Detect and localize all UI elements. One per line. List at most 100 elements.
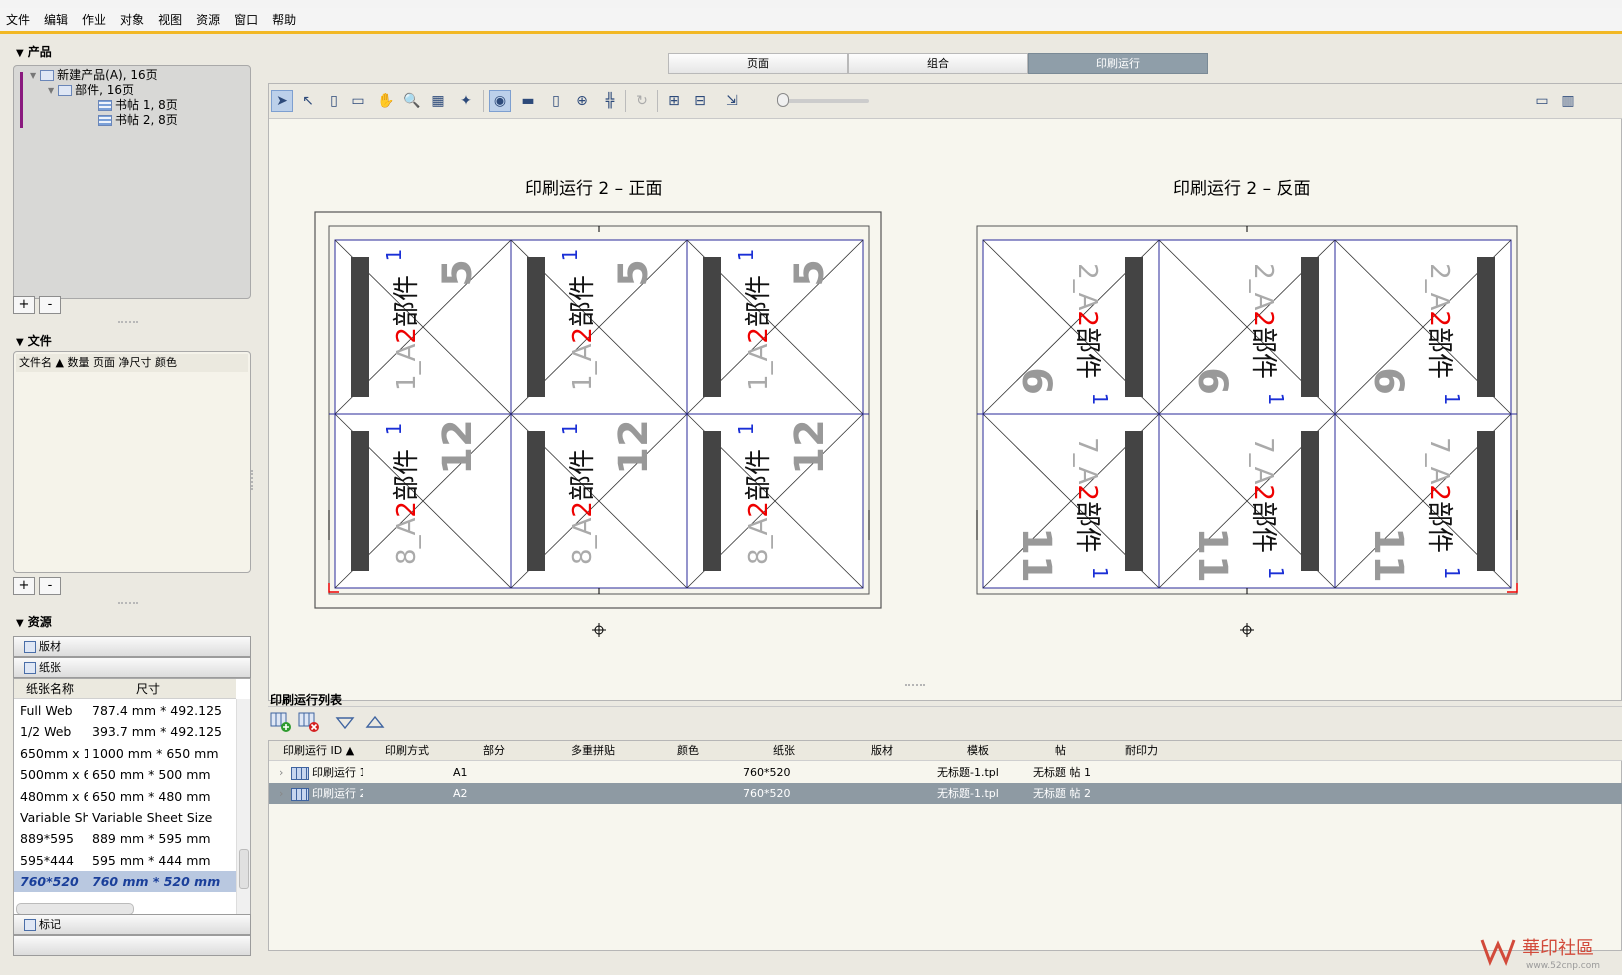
resource-tab-plates[interactable]: 版材: [13, 636, 251, 657]
column-multi-tile[interactable]: 多重拼贴: [571, 741, 615, 761]
paper-row[interactable]: Full Web 787.4 mm * 492.125: [14, 700, 236, 721]
file-list-header[interactable]: 文件名 ▲ 数量 页面 净尺寸 颜色: [16, 354, 248, 372]
tree-item-product[interactable]: ▼ 新建产品(A), 16页: [30, 68, 158, 83]
row-expand-icon[interactable]: ›: [279, 783, 283, 804]
product-add-button[interactable]: +: [13, 296, 35, 314]
page-cell: 8_A2部件 1 12: [334, 413, 512, 589]
resource-tab-marks[interactable]: 标记: [13, 914, 251, 935]
eye-icon[interactable]: ◉: [489, 90, 511, 112]
page-cell: 7_A2部件111: [1158, 413, 1336, 589]
signature-icon: [98, 115, 112, 126]
tree-item-signature-1[interactable]: 书帖 1, 8页: [98, 98, 178, 113]
resource-tab-next[interactable]: [13, 935, 251, 956]
grid-view-icon[interactable]: ⊞: [663, 90, 685, 112]
arrange-icon[interactable]: ⊟: [689, 90, 711, 112]
tab-press-run[interactable]: 印刷运行: [1028, 53, 1208, 74]
layout-tool-icon[interactable]: ▦: [427, 90, 449, 112]
menu-edit[interactable]: 编辑: [44, 11, 68, 28]
paper-name: 889*595: [20, 831, 74, 847]
imposition-sheets[interactable]: 1_A2部件 1 5 1_A2部件 1 5 1_A2部件 1 5 8_A2部件 1 12 8_A2部件 1…: [269, 120, 1621, 700]
spine-bar: [703, 431, 721, 571]
column-paper-size[interactable]: 尺寸: [136, 679, 160, 699]
fit-icon[interactable]: ⇲: [721, 90, 743, 112]
page-label-text: 7_A2部件: [1424, 437, 1454, 553]
column-template[interactable]: 模板: [967, 741, 989, 761]
subselect-arrow-icon[interactable]: ↖: [297, 90, 319, 112]
paper-row[interactable]: 500mm x 6 650 mm * 500 mm: [14, 764, 236, 785]
menu-window[interactable]: 窗口: [234, 11, 258, 28]
expand-icon[interactable]: ▼: [30, 68, 36, 83]
file-section-header[interactable]: ▼ 文件: [16, 332, 52, 349]
scroll-thumb[interactable]: [239, 849, 249, 889]
ruler-icon[interactable]: ▬: [517, 90, 539, 112]
paper-row[interactable]: 480mm x 6 650 mm * 480 mm: [14, 786, 236, 807]
resource-tab-paper[interactable]: 纸张: [13, 657, 251, 678]
tree-item-signature-2[interactable]: 书帖 2, 8页: [98, 113, 178, 128]
zoom-slider-track[interactable]: [779, 99, 869, 103]
vertical-scrollbar[interactable]: [236, 699, 250, 919]
page-tool-icon[interactable]: ▯: [323, 90, 345, 112]
canvas-toolbar: ➤ ↖ ▯ ▭ ✋ 🔍 ▦ ✦ ◉ ▬ ▯ ⊕ ╬ ↻ ⊞ ⊟ ⇲ ▭ ▥: [269, 84, 1622, 119]
split-view-icon[interactable]: ▥: [1557, 90, 1579, 112]
file-remove-button[interactable]: -: [39, 577, 61, 595]
product-section-header[interactable]: ▼ 产品: [16, 43, 52, 60]
spine-bar: [1301, 257, 1319, 397]
column-part[interactable]: 部分: [483, 741, 505, 761]
splitter-grip[interactable]: [118, 321, 138, 325]
sheet-tool-icon[interactable]: ▭: [347, 90, 369, 112]
spine-bar: [1477, 431, 1495, 571]
column-paper[interactable]: 纸张: [773, 741, 795, 761]
move-down-icon[interactable]: [334, 711, 356, 733]
split-icon[interactable]: ╬: [599, 90, 621, 112]
menu-object[interactable]: 对象: [120, 11, 144, 28]
vertical-splitter-grip[interactable]: [251, 470, 255, 490]
column-method[interactable]: 印刷方式: [385, 741, 429, 761]
tab-pages[interactable]: 页面: [668, 53, 848, 74]
tree-item-part[interactable]: ▼ 部件, 16页: [48, 83, 134, 98]
column-signature[interactable]: 帖: [1055, 741, 1066, 761]
column-paper-name[interactable]: 纸张名称: [26, 679, 74, 699]
paper-row[interactable]: 889*595 889 mm * 595 mm: [14, 828, 236, 849]
paper-row[interactable]: Variable Sh Variable Sheet Size: [14, 807, 236, 828]
menu-resources[interactable]: 资源: [196, 11, 220, 28]
paper-cell: 760*520: [743, 787, 791, 800]
single-view-icon[interactable]: ▭: [1531, 90, 1553, 112]
column-run-id[interactable]: 印刷运行 ID ▲: [283, 741, 354, 761]
paper-row[interactable]: 1/2 Web 393.7 mm * 492.125: [14, 721, 236, 742]
select-arrow-icon[interactable]: ➤: [271, 90, 293, 112]
column-color[interactable]: 颜色: [677, 741, 699, 761]
magic-wand-icon[interactable]: ✦: [455, 90, 477, 112]
rotate-icon[interactable]: ↻: [631, 90, 653, 112]
expand-icon[interactable]: ▼: [48, 83, 54, 98]
menu-view[interactable]: 视图: [158, 11, 182, 28]
paper-row[interactable]: 595*444 595 mm * 444 mm: [14, 850, 236, 871]
zoom-icon[interactable]: 🔍: [401, 90, 423, 112]
menu-job[interactable]: 作业: [82, 11, 106, 28]
row-expand-icon[interactable]: ›: [279, 762, 283, 783]
tab-assembly[interactable]: 组合: [848, 53, 1028, 74]
product-remove-button[interactable]: -: [39, 296, 61, 314]
press-run-row[interactable]: ›印刷运行 1套版印刷⌵A1760*520无标题-1.tpl无标题 帖 1: [269, 762, 1622, 783]
menu-file[interactable]: 文件: [6, 11, 30, 28]
file-add-button[interactable]: +: [13, 577, 35, 595]
resource-section-header[interactable]: ▼ 资源: [16, 613, 52, 630]
move-up-icon[interactable]: [364, 711, 386, 733]
menu-help[interactable]: 帮助: [272, 11, 296, 28]
page-number: 12: [787, 419, 833, 475]
horizontal-splitter-grip[interactable]: [905, 684, 925, 687]
column-durability[interactable]: 耐印力: [1125, 741, 1158, 761]
crosshair-icon[interactable]: ⊕: [571, 90, 593, 112]
splitter-grip[interactable]: [118, 602, 138, 606]
add-run-icon[interactable]: [270, 711, 292, 733]
paper-row[interactable]: 760*520 760 mm * 520 mm: [14, 871, 236, 893]
press-run-row[interactable]: ›印刷运行 2套版印刷⌵A2760*520无标题-1.tpl无标题 帖 2: [269, 783, 1622, 804]
column-plate[interactable]: 版材: [871, 741, 893, 761]
page-number: 12: [611, 419, 657, 475]
delete-run-icon[interactable]: [298, 711, 320, 733]
zoom-slider-knob[interactable]: [777, 93, 789, 107]
hand-icon[interactable]: ✋: [375, 90, 397, 112]
part-icon: [58, 85, 73, 96]
paper-row[interactable]: 650mm x 1 1000 mm * 650 mm: [14, 743, 236, 764]
file-list: 文件名 ▲ 数量 页面 净尺寸 颜色: [13, 351, 251, 573]
page-icon[interactable]: ▯: [545, 90, 567, 112]
